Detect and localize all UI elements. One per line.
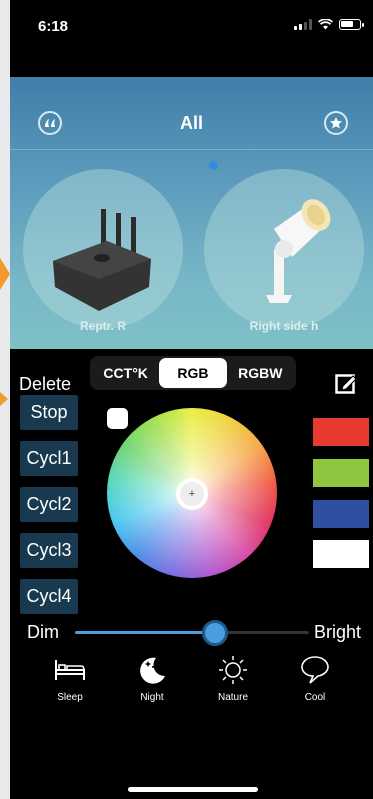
delete-button[interactable]: Delete bbox=[19, 374, 71, 395]
color-picker-handle[interactable]: + bbox=[176, 478, 208, 510]
divider bbox=[10, 149, 373, 150]
cycle-4-button[interactable]: Cycl4 bbox=[20, 579, 78, 614]
scene-label: Sleep bbox=[57, 692, 83, 703]
swatch-red[interactable] bbox=[313, 418, 369, 446]
favorite-star-icon[interactable] bbox=[324, 111, 348, 135]
swatch-green[interactable] bbox=[313, 459, 369, 487]
swatch-blue[interactable] bbox=[313, 500, 369, 528]
cycle-2-button[interactable]: Cycl2 bbox=[20, 487, 78, 522]
white-preset-dot[interactable] bbox=[107, 408, 128, 429]
scene-label: Night bbox=[140, 692, 164, 703]
wifi-icon bbox=[318, 19, 333, 30]
tab-rgbw[interactable]: RGBW bbox=[227, 358, 294, 388]
scene-sleep[interactable]: Sleep bbox=[40, 654, 100, 703]
stop-button[interactable]: Stop bbox=[20, 395, 78, 430]
device-label: Reptr. R bbox=[79, 319, 126, 333]
status-bar: 6:18 bbox=[10, 0, 373, 50]
status-time: 6:18 bbox=[38, 18, 69, 35]
cycle-3-button[interactable]: Cycl3 bbox=[20, 533, 78, 568]
swatch-white[interactable] bbox=[313, 540, 369, 568]
edit-icon[interactable] bbox=[335, 372, 357, 394]
repeater-hub-icon bbox=[53, 209, 151, 311]
bright-label: Bright bbox=[314, 622, 362, 642]
app-screen: 6:18 All Reptr. R Right side h CCT°K RGB… bbox=[10, 0, 373, 799]
tab-cct[interactable]: CCT°K bbox=[92, 358, 159, 388]
scene-label: Cool bbox=[304, 692, 326, 703]
device-label: Right side h bbox=[249, 319, 319, 333]
bed-icon bbox=[55, 660, 85, 680]
device-carousel: All Reptr. R Right side h bbox=[10, 77, 373, 349]
device-card-spotlight[interactable] bbox=[204, 169, 364, 329]
scene-cool[interactable]: Cool bbox=[285, 654, 345, 703]
speech-bubble-icon bbox=[301, 656, 329, 684]
scene-night[interactable]: Night bbox=[122, 654, 182, 703]
slider-thumb[interactable] bbox=[202, 620, 229, 646]
color-mode-tabs: CCT°K RGB RGBW bbox=[90, 356, 296, 390]
cycle-1-button[interactable]: Cycl1 bbox=[20, 441, 78, 476]
tab-rgb[interactable]: RGB bbox=[159, 358, 227, 388]
signal-icon bbox=[294, 19, 312, 30]
slider-fill bbox=[75, 631, 216, 634]
battery-icon bbox=[339, 19, 364, 30]
spotlight-icon bbox=[266, 199, 331, 303]
home-indicator[interactable] bbox=[128, 787, 258, 792]
dim-label: Dim bbox=[27, 622, 59, 642]
sun-icon bbox=[219, 656, 247, 684]
scene-label: Nature bbox=[217, 692, 248, 703]
moon-stars-icon bbox=[140, 657, 165, 684]
scene-nature[interactable]: Nature bbox=[203, 654, 263, 703]
page-title: All bbox=[179, 113, 203, 133]
device-card-repeater[interactable] bbox=[23, 169, 183, 329]
brightness-slider-row: Dim Bright bbox=[10, 620, 373, 646]
annotation-arrow bbox=[0, 392, 8, 406]
annotation-arrow bbox=[0, 258, 10, 290]
status-icons bbox=[294, 19, 364, 30]
brightness-slider[interactable] bbox=[75, 620, 309, 646]
